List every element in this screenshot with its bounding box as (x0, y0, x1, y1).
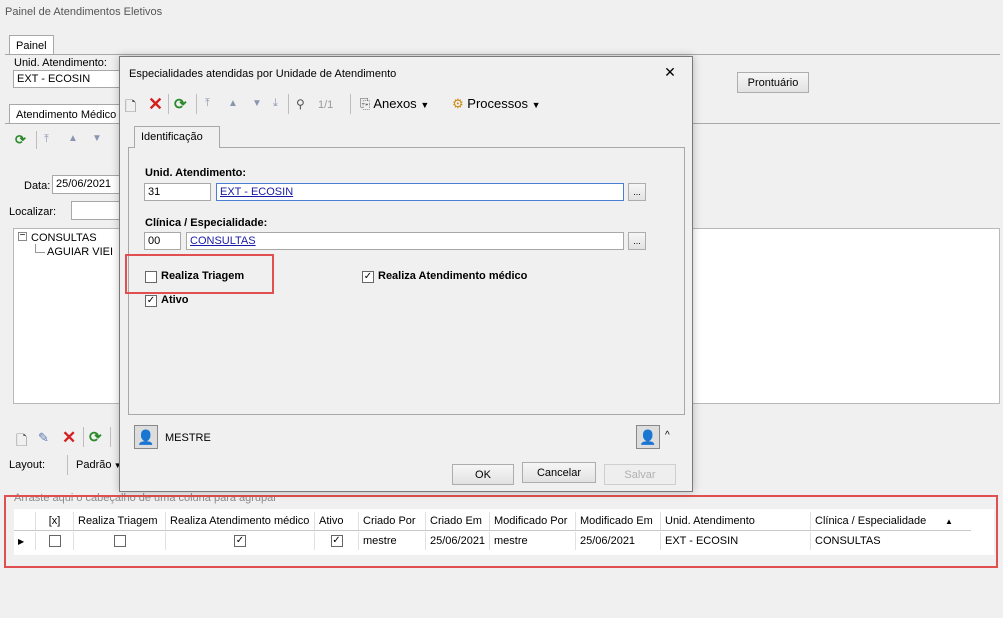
unid-name-field[interactable]: EXT - ECOSIN (216, 183, 624, 201)
user-name: MESTRE (165, 432, 211, 444)
clinica-lookup-button[interactable]: ... (628, 232, 646, 250)
localizar-input[interactable] (71, 201, 121, 220)
clinica-code-field[interactable]: 00 (144, 232, 181, 250)
edit-icon[interactable]: ✎ (38, 430, 49, 446)
processos-label: Processos (467, 96, 528, 111)
dialog-delete-icon[interactable]: ✕ (148, 94, 163, 115)
prev-icon[interactable]: ▲ (68, 133, 78, 144)
modifier-avatar-icon: 👤 (636, 425, 660, 449)
tab-painel-label: Painel (16, 40, 47, 52)
tree-connector-h (35, 252, 45, 253)
layout-select[interactable]: Padrão ▼ (76, 459, 122, 471)
refresh-icon-bottom[interactable]: ⟳ (89, 428, 102, 446)
clinica-name-field[interactable]: CONSULTAS (186, 232, 624, 250)
dialog-prev-icon[interactable]: ▲ (228, 98, 238, 109)
cancelar-button[interactable]: Cancelar (522, 462, 596, 483)
paperclip-icon: ⎘ (360, 96, 371, 111)
processos-menu[interactable]: ⚙ Processos ▼ (452, 96, 541, 112)
dlg-unid-label: Unid. Atendimento: (145, 167, 247, 179)
dialog-new-icon[interactable]: 🗋 (125, 96, 136, 120)
tree-child[interactable]: AGUIAR VIEI (47, 246, 113, 258)
ativo-label: Ativo (161, 294, 189, 306)
first-icon[interactable]: ⤒ (44, 133, 49, 146)
triagem-highlight-box (125, 254, 274, 294)
tab-identificacao-label: Identificação (141, 131, 203, 143)
tab-atendimento-medico[interactable]: Atendimento Médico (9, 104, 124, 124)
unid-code: 31 (148, 186, 161, 198)
unid-value: EXT - ECOSIN (17, 73, 91, 85)
unid-code-field[interactable]: 31 (144, 183, 211, 201)
clinica-code: 00 (148, 235, 161, 247)
unid-field[interactable]: EXT - ECOSIN (13, 70, 121, 88)
localizar-label: Localizar: (9, 206, 57, 218)
dialog-refresh-icon[interactable]: ⟳ (174, 95, 187, 113)
ativo-checkbox-dialog[interactable]: ✓ (145, 295, 157, 307)
tab-painel[interactable]: Painel (9, 35, 54, 55)
gears-icon: ⚙ (452, 96, 464, 111)
user-avatar-icon: 👤 (134, 425, 158, 449)
dialog-last-icon[interactable]: ⤓ (273, 97, 278, 110)
anexos-menu[interactable]: ⎘ Anexos ▼ (360, 96, 429, 112)
clinica-name[interactable]: CONSULTAS (190, 235, 256, 247)
unid-lookup-button[interactable]: ... (628, 183, 646, 201)
layout-label: Layout: (9, 459, 46, 471)
data-label: Data: (24, 180, 51, 192)
app-title: Painel de Atendimentos Eletivos (5, 6, 163, 18)
clinica-lookup-label: ... (633, 236, 641, 246)
atendimento-label: Realiza Atendimento médico (378, 270, 528, 282)
nav-count: 1/1 (318, 99, 334, 111)
collapse-icon[interactable]: − (18, 231, 27, 241)
ok-label: OK (475, 468, 491, 481)
close-icon[interactable]: ✕ (661, 63, 679, 81)
delete-icon[interactable]: ✕ (62, 428, 76, 448)
unid-name[interactable]: EXT - ECOSIN (220, 186, 293, 198)
processos-chevron-icon: ▼ (531, 100, 541, 110)
tree-root[interactable]: CONSULTAS (31, 232, 97, 244)
dialog-title: Especialidades atendidas por Unidade de … (129, 68, 397, 80)
unid-label: Unid. Atendimento: (14, 57, 107, 69)
atendimento-checkbox-dialog[interactable]: ✓ (362, 271, 374, 283)
dialog-next-icon[interactable]: ▼ (252, 98, 262, 109)
cancelar-label: Cancelar (536, 466, 582, 479)
new-icon[interactable]: 🗋 (16, 430, 27, 454)
grid-highlight-box (4, 495, 998, 568)
salvar-label: Salvar (624, 468, 656, 481)
tab-divider (5, 54, 1000, 55)
binoculars-icon[interactable]: ⚲ (296, 97, 305, 111)
tab-atendimento-medico-label: Atendimento Médico (16, 109, 117, 121)
layout-value: Padrão (76, 459, 112, 471)
clinica-label: Clínica / Especialidade: (145, 217, 268, 229)
expand-up-icon[interactable]: ^ (665, 430, 670, 441)
unid-lookup-label: ... (633, 187, 641, 197)
salvar-button[interactable]: Salvar (604, 464, 676, 485)
data-value: 25/06/2021 (56, 178, 112, 190)
anexos-label: Anexos (373, 96, 417, 111)
dialog-first-icon[interactable]: ⤒ (205, 97, 210, 110)
tab-identificacao[interactable]: Identificação (134, 126, 220, 148)
refresh-icon[interactable]: ⟳ (15, 132, 26, 148)
tree-connector (35, 244, 36, 252)
anexos-chevron-icon: ▼ (420, 100, 430, 110)
next-icon[interactable]: ▼ (92, 133, 102, 144)
ok-button[interactable]: OK (452, 464, 514, 485)
prontuario-button[interactable]: Prontuário (737, 72, 809, 93)
prontuario-label: Prontuário (747, 76, 799, 89)
data-field[interactable]: 25/06/2021 (52, 175, 122, 194)
